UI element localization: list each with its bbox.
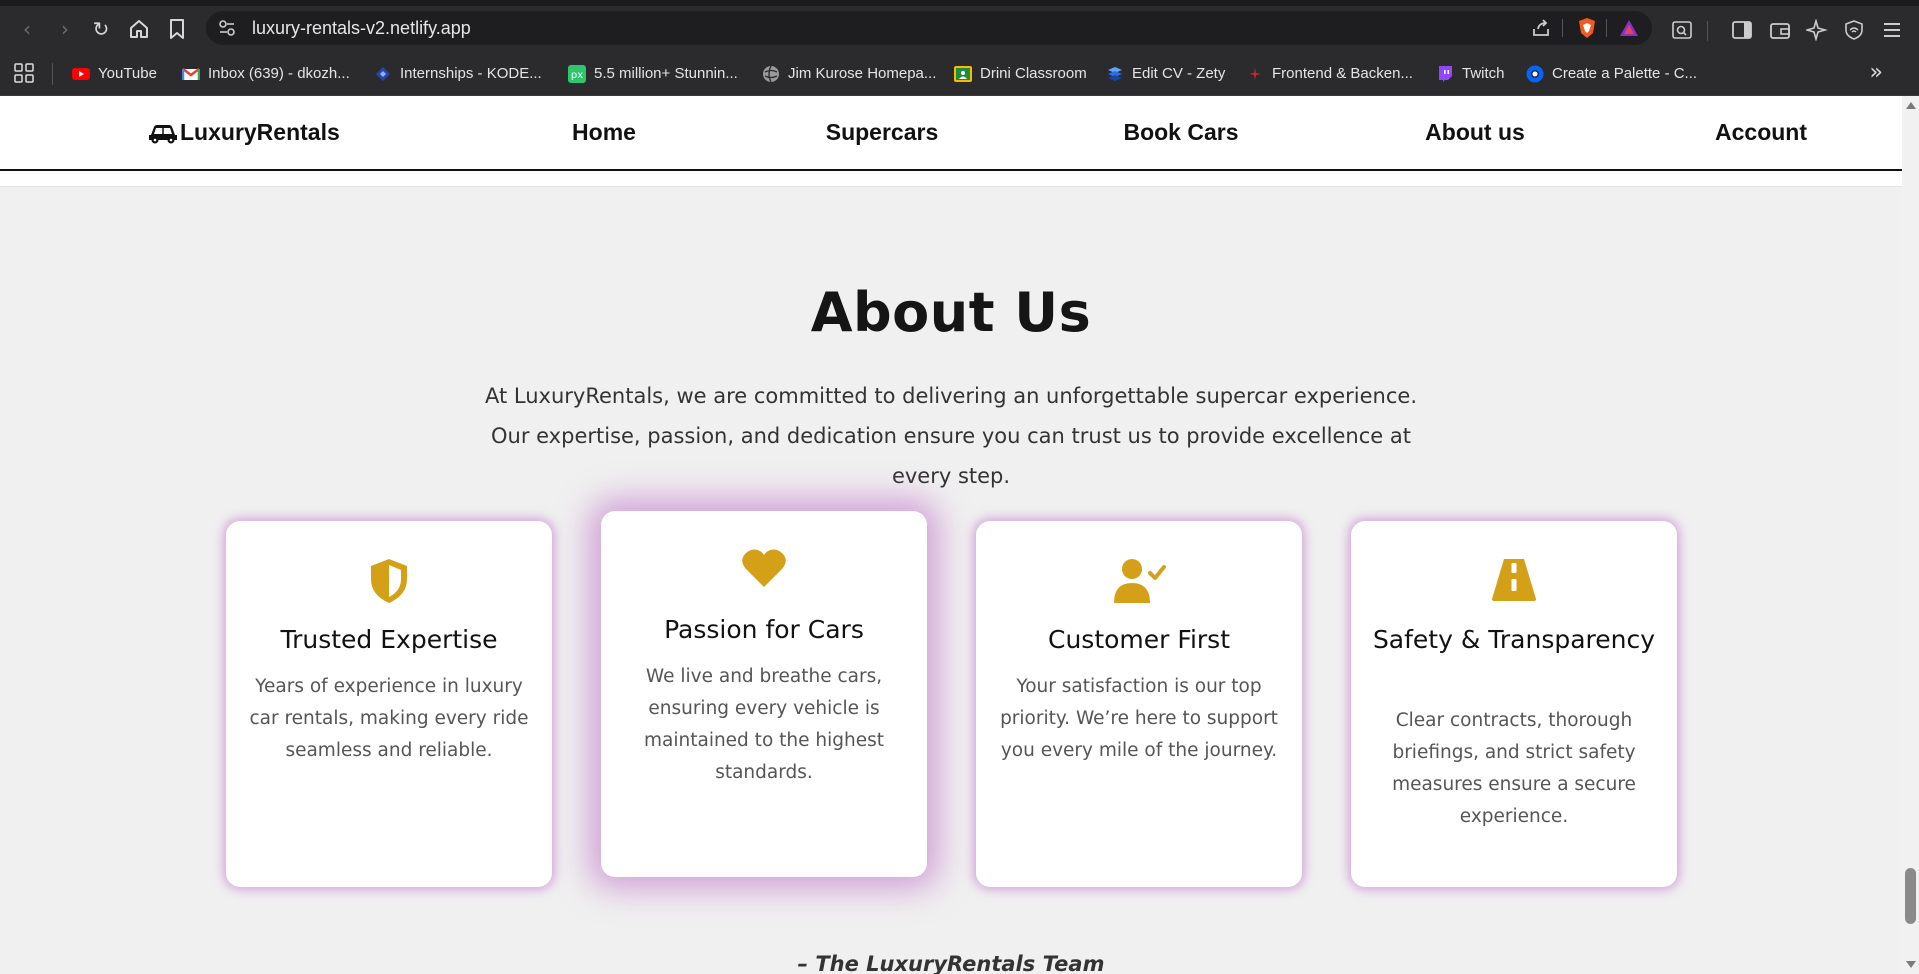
- svg-text:px: px: [571, 70, 583, 81]
- youtube-icon: [72, 67, 90, 80]
- brave-shields-icon[interactable]: [1576, 17, 1598, 39]
- kode-icon: [376, 66, 390, 81]
- gmail-icon: [182, 67, 200, 80]
- scroll-thumb[interactable]: [1905, 868, 1916, 924]
- page-viewport: LuxuryRentals Home Supercars Book Cars A…: [0, 96, 1902, 974]
- scroll-up-arrow-icon[interactable]: [1906, 102, 1916, 109]
- more-bookmarks-icon[interactable]: »: [1870, 61, 1883, 85]
- sidebar-icon[interactable]: [1731, 19, 1753, 41]
- apps-grid-icon[interactable]: [14, 63, 34, 83]
- zety-icon: [1108, 66, 1122, 81]
- forward-icon[interactable]: ›: [50, 14, 80, 44]
- address-bar[interactable]: luxury-rentals-v2.netlify.app: [206, 11, 1652, 45]
- coolors-icon: [1526, 65, 1544, 82]
- page-scrollbar[interactable]: [1902, 96, 1919, 974]
- bookmark-icon[interactable]: [162, 14, 192, 44]
- feature-card-customer-first[interactable]: Customer First Your satisfaction is our …: [976, 521, 1302, 887]
- brave-rewards-icon[interactable]: [1618, 17, 1640, 39]
- bookmark-label: Twitch: [1462, 65, 1505, 82]
- nav-home[interactable]: Home: [552, 96, 656, 169]
- page-title: About Us: [810, 281, 1092, 344]
- page-search-icon[interactable]: [1671, 19, 1693, 41]
- bookmark-label: Internships - KODE...: [400, 65, 542, 82]
- vpn-icon[interactable]: [1843, 19, 1865, 41]
- bookmark-label: 5.5 million+ Stunnin...: [594, 65, 738, 82]
- nav-account[interactable]: Account: [1710, 96, 1812, 169]
- brand-name: LuxuryRentals: [180, 119, 340, 145]
- site-logo[interactable]: LuxuryRentals: [148, 96, 340, 169]
- bookmark-kurose[interactable]: Jim Kurose Homepa...: [762, 51, 936, 96]
- address-separator-2: [1606, 19, 1607, 37]
- browser-toolbar: ‹ › ↻ luxury-rentals-v2.netlify.app: [0, 6, 1919, 51]
- scroll-down-arrow-icon[interactable]: [1906, 961, 1916, 968]
- leo-ai-icon[interactable]: [1806, 19, 1828, 41]
- card-text: Clear contracts, thorough briefings, and…: [1392, 710, 1636, 827]
- card-text: Your satisfaction is our top priority. W…: [1000, 676, 1278, 761]
- twitch-icon: [1439, 65, 1452, 82]
- bookmarks-bar: YouTube Inbox (639) - dkozh... Internshi…: [0, 51, 1919, 96]
- bookmark-youtube[interactable]: YouTube: [72, 51, 157, 96]
- team-signature: – The LuxuryRentals Team: [797, 952, 1105, 974]
- bookmark-coolors[interactable]: Create a Palette - C...: [1526, 51, 1697, 96]
- shield-icon: [226, 557, 552, 607]
- bookmark-inbox[interactable]: Inbox (639) - dkozh...: [182, 51, 350, 96]
- share-icon[interactable]: [1530, 17, 1552, 39]
- bookmark-label: Inbox (639) - dkozh...: [208, 65, 350, 82]
- card-text: We live and breathe cars, ensuring every…: [644, 666, 884, 783]
- sparkle-icon: [1249, 67, 1261, 80]
- back-icon[interactable]: ‹: [12, 14, 42, 44]
- feature-card-safety-transparency[interactable]: Safety & Transparency Clear contracts, t…: [1351, 521, 1677, 887]
- bookmark-label: Frontend & Backen...: [1272, 65, 1413, 82]
- reload-icon[interactable]: ↻: [86, 14, 116, 44]
- bookmarks-separator: [52, 63, 53, 85]
- card-title: Trusted Expertise: [280, 625, 498, 654]
- bookmark-label: Drini Classroom: [980, 65, 1087, 82]
- bookmark-label: Edit CV - Zety: [1132, 65, 1226, 82]
- pixabay-icon: px: [568, 64, 586, 83]
- nav-about-us[interactable]: About us: [1418, 96, 1532, 169]
- bookmark-label: Jim Kurose Homepa...: [788, 65, 937, 82]
- nav-book-cars[interactable]: Book Cars: [1116, 96, 1246, 169]
- road-icon: [1351, 557, 1677, 607]
- bookmark-classroom[interactable]: Drini Classroom: [954, 51, 1087, 96]
- site-settings-icon[interactable]: [218, 19, 236, 37]
- about-intro: At LuxuryRentals, we are committed to de…: [485, 384, 1417, 488]
- bookmark-label: YouTube: [98, 65, 157, 82]
- menu-icon[interactable]: [1881, 19, 1903, 41]
- bookmark-pixabay[interactable]: px 5.5 million+ Stunnin...: [568, 51, 738, 96]
- bookmark-label: Create a Palette - C...: [1552, 65, 1698, 82]
- bookmark-frontend[interactable]: Frontend & Backen...: [1246, 51, 1413, 96]
- nav-supercars[interactable]: Supercars: [815, 96, 949, 169]
- card-text: Years of experience in luxury car rental…: [249, 676, 529, 761]
- header-strip: [0, 171, 1902, 187]
- heart-icon: [601, 547, 927, 597]
- card-title: Customer First: [1048, 625, 1230, 654]
- feature-card-passion-for-cars[interactable]: Passion for Cars We live and breathe car…: [601, 511, 927, 877]
- toolbar-separator: [1707, 21, 1708, 41]
- user-check-icon: [976, 557, 1302, 607]
- feature-card-trusted-expertise[interactable]: Trusted Expertise Years of experience in…: [226, 521, 552, 887]
- bookmark-twitch[interactable]: Twitch: [1436, 51, 1505, 96]
- card-title: Safety & Transparency: [1372, 625, 1656, 654]
- classroom-icon: [954, 65, 972, 82]
- wallet-icon[interactable]: [1769, 19, 1791, 41]
- url-text[interactable]: luxury-rentals-v2.netlify.app: [252, 11, 471, 45]
- home-icon[interactable]: [124, 14, 154, 44]
- card-title: Passion for Cars: [664, 615, 864, 644]
- globe-icon: [763, 65, 779, 82]
- bookmark-internships[interactable]: Internships - KODE...: [374, 51, 542, 96]
- car-icon: [149, 124, 177, 143]
- bookmark-zety[interactable]: Edit CV - Zety: [1106, 51, 1225, 96]
- site-header: LuxuryRentals Home Supercars Book Cars A…: [0, 96, 1902, 171]
- address-separator: [1562, 19, 1563, 37]
